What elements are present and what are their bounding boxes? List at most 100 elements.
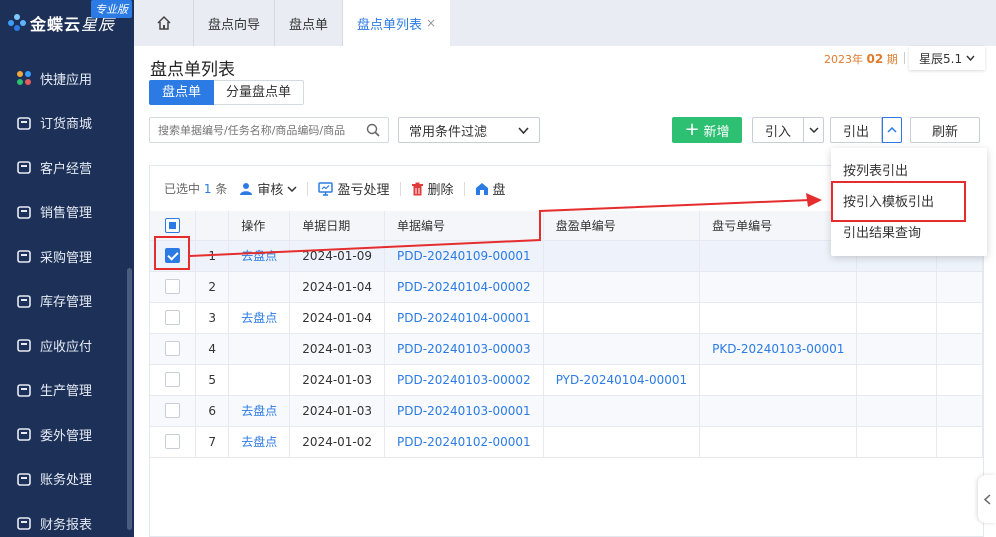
search-icon[interactable] [366,123,380,137]
export-button-group: 引出 [830,117,903,143]
export-dropdown-toggle[interactable] [882,117,903,143]
delete-button[interactable]: 删除 [411,179,454,198]
tab-count-wizard[interactable]: 盘点向导 [194,0,276,46]
sidebar-item-report[interactable]: 财务报表 [0,501,134,537]
row-checkbox[interactable] [165,372,180,387]
row-select-cell[interactable] [150,333,197,365]
sidebar-item-cart[interactable]: 采购管理 [0,234,134,279]
search-input[interactable] [158,123,358,137]
sidebar-scrollbar[interactable] [127,268,132,530]
sidebar-item-box[interactable]: 库存管理 [0,279,134,324]
column-header-operation[interactable]: 操作 [228,211,291,241]
cell-loss-number[interactable]: PKD-20240103-00001 [699,333,858,365]
sidebar-item-finance[interactable]: 应收应付 [0,323,134,368]
import-dropdown-toggle[interactable] [804,117,825,143]
filter-label: 常用条件过滤 [409,124,488,140]
sidebar-item-grid-apps[interactable]: 快捷应用 [0,56,134,101]
table-row[interactable]: 5 2024-01-03 PDD-20240103-00002 PYD-2024010… [150,364,984,396]
tab-count-sheet-list[interactable]: 盘点单列表 × [343,0,451,46]
count-button[interactable]: 盘 [475,179,506,198]
sidebar-item-customer[interactable]: 客户经营 [0,145,134,190]
sheet-type-tabs: 盘点单 分量盘点单 [149,80,305,105]
factory-icon [16,382,32,398]
cell-gain-number [543,240,701,272]
row-checkbox[interactable] [165,434,180,449]
cell-date: 2024-01-02 [289,426,386,458]
refresh-button[interactable]: 刷新 [910,117,980,143]
row-checkbox[interactable] [165,279,180,294]
tab-count-sheet-type[interactable]: 盘点单 [149,80,215,105]
table-row[interactable]: 4 2024-01-03 PDD-20240103-00003 PKD-2024010… [150,333,984,365]
sidebar-item-sales-chart[interactable]: 销售管理 [0,190,134,235]
go-count-link[interactable]: 去盘点 [228,240,291,272]
row-select-cell[interactable] [150,364,197,396]
profit-loss-button[interactable]: 盈亏处理 [318,179,390,198]
go-count-link[interactable]: 去盘点 [228,426,291,458]
sidebar-item-label: 账务处理 [40,473,93,489]
cart-icon [16,248,32,264]
tab-label: 盘点向导 [208,17,261,33]
row-select-cell[interactable] [150,271,197,303]
tab-partial-count-sheet[interactable]: 分量盘点单 [214,80,305,105]
filter-select[interactable]: 常用条件过滤 [398,117,540,143]
sidebar-item-shopping-bag[interactable]: 订货商城 [0,101,134,146]
row-select-cell[interactable] [150,426,197,458]
import-button[interactable]: 引入 [752,117,805,143]
column-header-date[interactable]: 单据日期 [289,211,386,241]
row-select-cell[interactable] [150,395,197,427]
add-button[interactable]: + 新增 [672,117,742,143]
close-icon[interactable]: × [426,16,436,30]
select-all-checkbox[interactable] [165,217,180,233]
cell-extra [856,302,937,334]
export-result-query-item[interactable]: 引出结果查询 [831,218,987,249]
sidebar-menu: 快捷应用订货商城客户经营 销售管理 采购管理 库存管理应收应付生产管理 委外管理账务处理… [0,56,134,537]
accounting-period: 2023年 02 期 [824,52,898,66]
export-button[interactable]: 引出 [830,117,883,143]
cell-gain-number[interactable]: PYD-20240104-00001 [543,364,701,396]
delete-label: 删除 [427,183,454,198]
go-count-link[interactable]: 去盘点 [228,302,291,334]
table-row[interactable]: 3 去盘点 2024-01-04 PDD-20240104-00001 [150,302,984,334]
audit-button[interactable]: 审核 [239,179,298,198]
cell-number-link[interactable]: PDD-20240104-00001 [384,302,544,334]
cell-number-link[interactable]: PDD-20240102-00001 [384,426,544,458]
row-index: 7 [195,426,230,458]
row-checkbox[interactable] [165,341,180,356]
table-row[interactable]: 7 去盘点 2024-01-02 PDD-20240102-00001 [150,426,984,458]
sidebar-item-factory[interactable]: 生产管理 [0,368,134,413]
search-box[interactable] [149,117,389,143]
sidebar-item-outsource[interactable]: 委外管理 [0,412,134,457]
column-header-gain-number[interactable]: 盘盈单编号 [543,211,701,241]
cell-number-link[interactable]: PDD-20240104-00002 [384,271,544,303]
tab-count-sheet[interactable]: 盘点单 [275,0,344,46]
side-panel-toggle[interactable] [978,475,996,523]
cell-number-link[interactable]: PDD-20240109-00001 [384,240,544,272]
brand-logo-icon [8,14,26,32]
cell-date: 2024-01-04 [289,302,386,334]
add-label: 新增 [703,124,730,140]
sidebar-item-label: 订货商城 [40,117,93,133]
chevron-down-icon [966,55,975,61]
table-row[interactable]: 2 2024-01-04 PDD-20240104-00002 [150,271,984,303]
column-header-number[interactable]: 单据编号 [384,211,544,241]
row-checkbox[interactable] [165,403,180,418]
row-checkbox[interactable] [165,310,180,325]
cell-number-link[interactable]: PDD-20240103-00002 [384,364,544,396]
go-count-link [228,333,291,365]
cell-gain-number [543,333,701,365]
tab-label: 盘点单列表 [357,17,423,33]
home-tab[interactable] [134,0,194,46]
index-header [195,211,230,241]
version-dropdown[interactable]: 星辰5.1 [909,46,985,70]
sidebar-item-ledger[interactable]: 账务处理 [0,457,134,502]
cell-number-link[interactable]: PDD-20240103-00001 [384,395,544,427]
cell-number-link[interactable]: PDD-20240103-00003 [384,333,544,365]
annotation-box-export-template [831,181,966,222]
go-count-link[interactable]: 去盘点 [228,395,291,427]
sidebar-item-label: 应收应付 [40,339,93,355]
row-select-cell[interactable] [150,302,197,334]
cell-loss-number [699,426,858,458]
row-index: 5 [195,364,230,396]
table-row[interactable]: 6 去盘点 2024-01-03 PDD-20240103-00001 [150,395,984,427]
report-icon [16,515,32,531]
